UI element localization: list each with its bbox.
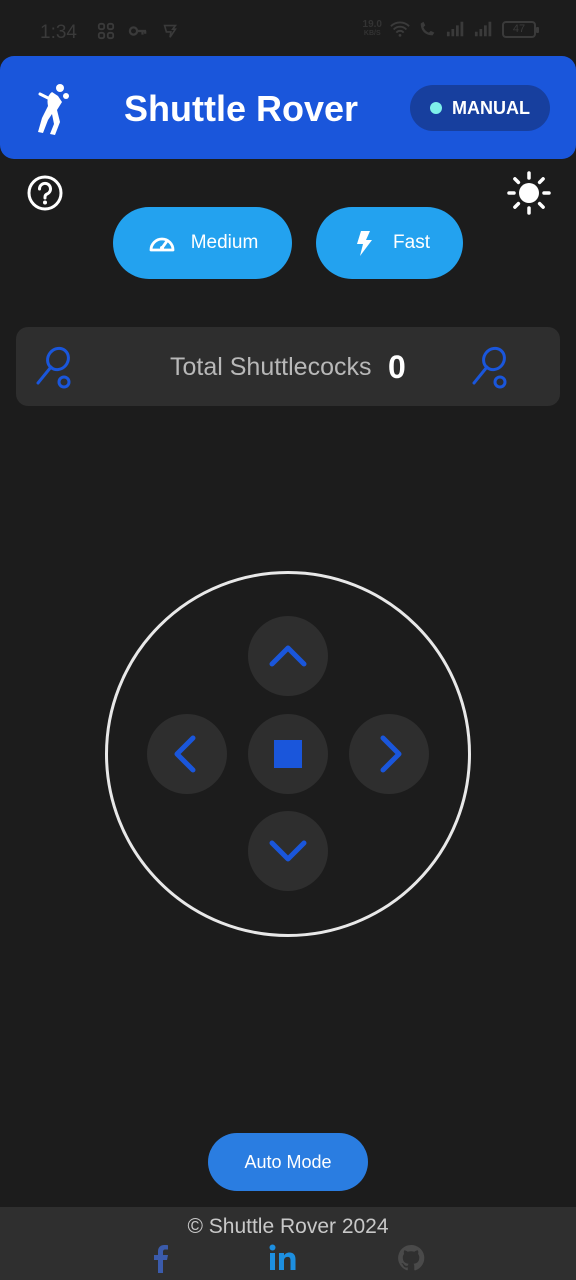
speed-fast-label: Fast — [393, 232, 430, 253]
racket-icon-right — [472, 346, 507, 389]
signal-icon-2 — [474, 21, 492, 37]
app-header: Shuttle Rover MANUAL — [0, 56, 576, 159]
stop-icon — [274, 740, 302, 768]
shuttlecock-counter: Total Shuttlecocks 0 — [16, 327, 560, 406]
speed-medium-button[interactable]: Medium — [113, 207, 292, 279]
linkedin-icon[interactable] — [268, 1243, 298, 1273]
move-right-button[interactable] — [349, 714, 429, 794]
speed-medium-label: Medium — [190, 232, 259, 253]
key-icon — [128, 26, 147, 36]
copyright-text: © Shuttle Rover 2024 — [187, 1215, 389, 1238]
badminton-player-icon — [38, 84, 69, 135]
footer: © Shuttle Rover 2024 — [0, 1207, 576, 1280]
status-time: 1:34 — [40, 22, 77, 43]
mode-label: MANUAL — [452, 97, 530, 118]
counter-value: 0 — [388, 349, 406, 385]
counter-label: Total Shuttlecocks — [170, 353, 372, 381]
notification-icon — [163, 24, 178, 38]
status-dot — [430, 102, 442, 114]
move-up-button[interactable] — [248, 616, 328, 696]
speedometer-icon — [149, 237, 175, 252]
github-icon[interactable] — [396, 1243, 426, 1273]
facebook-icon[interactable] — [146, 1243, 176, 1273]
status-icons-right: 19.0 KB/S 47 — [362, 19, 539, 38]
racket-icon-left — [36, 346, 71, 389]
chevron-down-icon — [269, 840, 307, 862]
apps-grid-icon — [97, 22, 115, 40]
help-icon[interactable] — [26, 174, 64, 212]
mode-badge[interactable]: MANUAL — [410, 85, 550, 131]
move-left-button[interactable] — [147, 714, 227, 794]
signal-icon-1 — [446, 21, 464, 37]
chevron-up-icon — [269, 645, 307, 667]
volte-call-icon — [420, 21, 435, 36]
net-speed: 19.0 KB/S — [362, 19, 382, 38]
stop-button[interactable] — [248, 714, 328, 794]
auto-mode-button[interactable]: Auto Mode — [208, 1133, 368, 1191]
sun-icon[interactable] — [506, 170, 552, 216]
chevron-right-icon — [380, 735, 402, 773]
battery-indicator: 47 — [502, 20, 539, 38]
wifi-icon — [390, 21, 410, 37]
status-bar: 1:34 19.0 KB/S 47 — [0, 0, 576, 56]
status-icons-left — [96, 22, 180, 40]
app-title: Shuttle Rover — [124, 88, 359, 129]
bolt-icon — [357, 231, 373, 256]
chevron-left-icon — [174, 735, 196, 773]
speed-fast-button[interactable]: Fast — [316, 207, 463, 279]
move-down-button[interactable] — [248, 811, 328, 891]
